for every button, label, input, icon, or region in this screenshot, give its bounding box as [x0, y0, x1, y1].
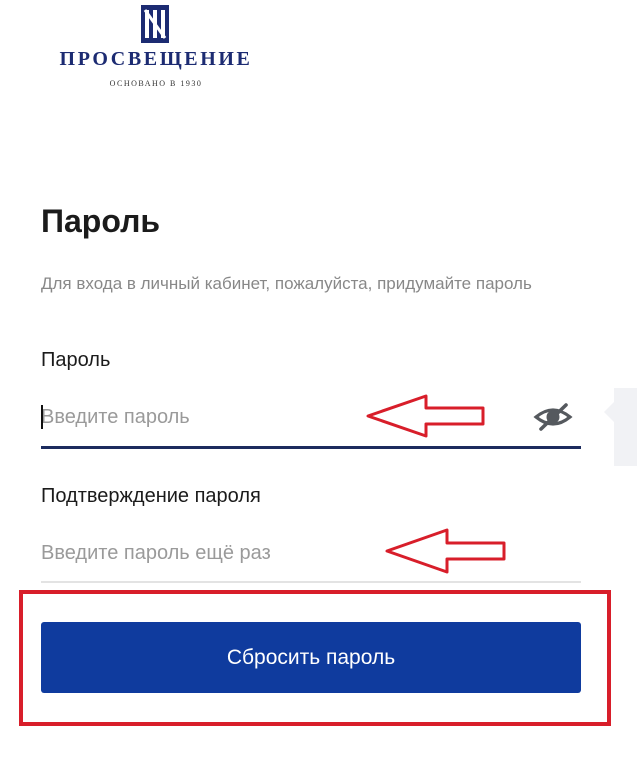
page-subtitle: Для входа в личный кабинет, пожалуйста, … [41, 274, 532, 293]
password-input[interactable] [41, 397, 581, 437]
text-caret [41, 405, 43, 429]
publisher-logo-mark-icon [141, 5, 169, 43]
side-panel-tab[interactable] [614, 388, 637, 466]
password-underline [41, 446, 581, 449]
annotation-arrow-icon [366, 394, 485, 438]
eye-slash-icon[interactable] [533, 402, 573, 432]
logo-name: ПРОСВЕЩЕНИЕ [59, 48, 253, 70]
annotation-arrow-icon [385, 528, 506, 574]
logo-tagline: ОСНОВАНО В 1930 [109, 79, 203, 88]
page-title: Пароль [41, 203, 161, 239]
side-panel-notch [604, 402, 614, 422]
password-label: Пароль [41, 349, 111, 371]
brand-logo: ПРОСВЕЩЕНИЕ ОСНОВАНО В 1930 [42, 4, 270, 88]
highlight-box [19, 590, 611, 726]
confirm-password-underline [41, 581, 581, 583]
confirm-password-label: Подтверждение пароля [41, 485, 261, 507]
